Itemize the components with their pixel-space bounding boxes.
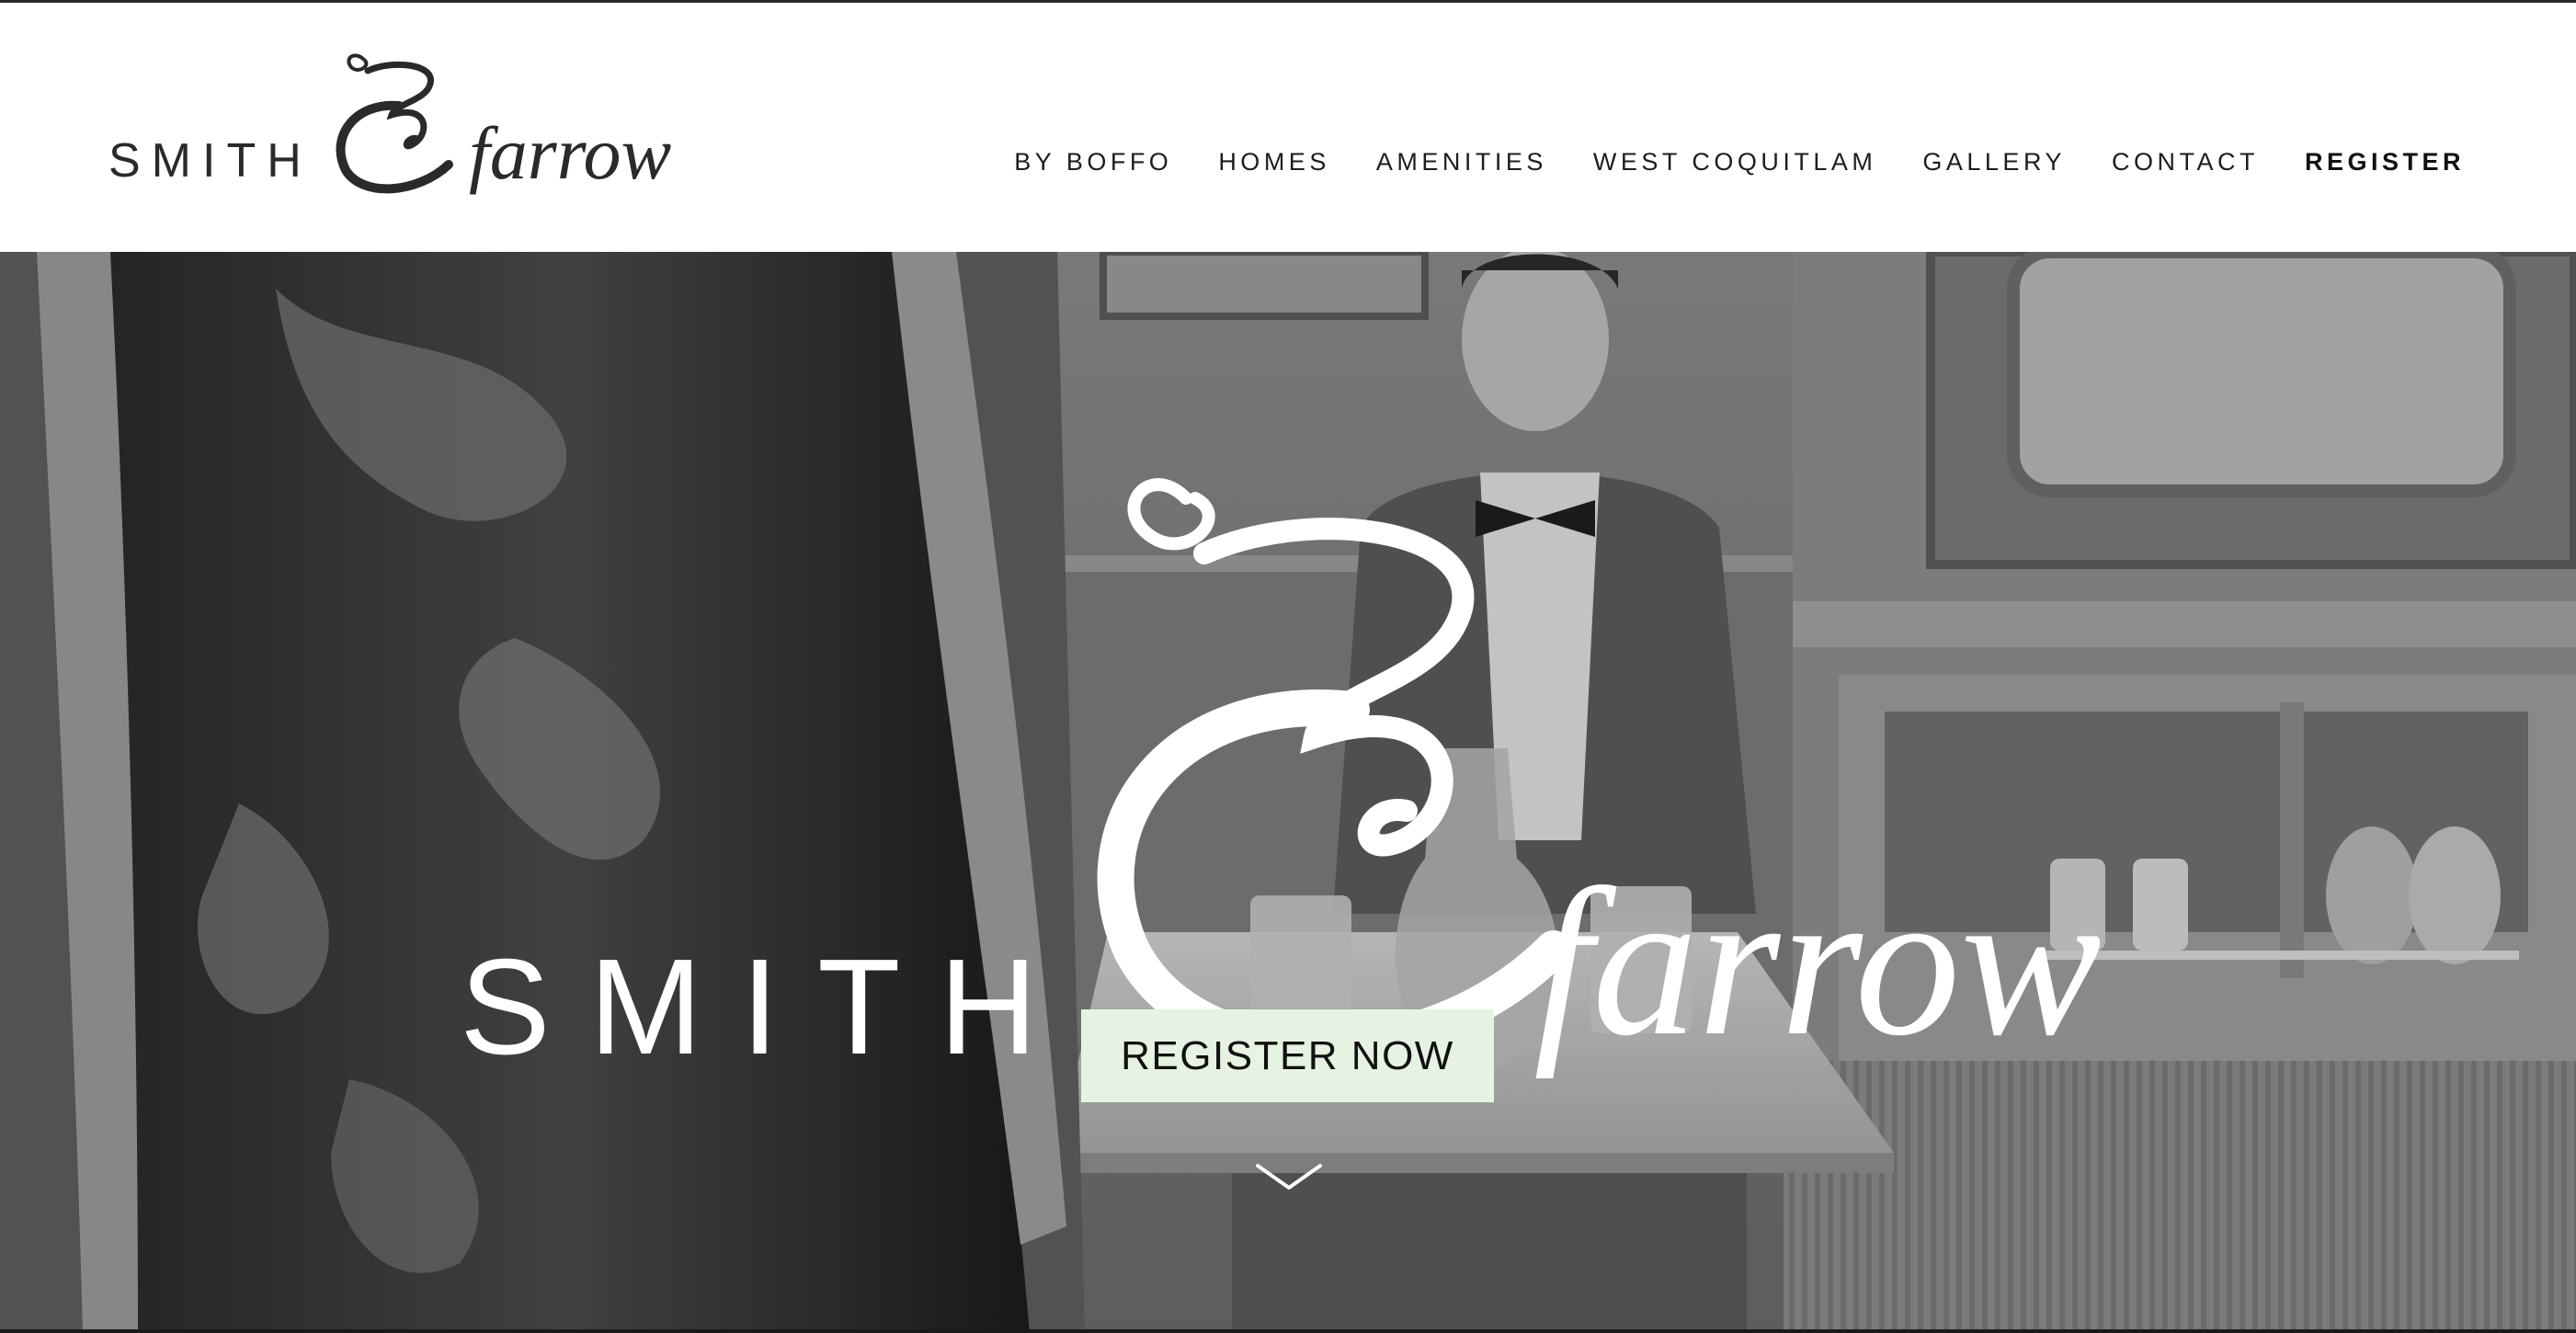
nav-gallery[interactable]: GALLERY bbox=[1922, 148, 2066, 177]
site-logo[interactable]: SMITH farrow bbox=[108, 47, 688, 203]
nav-amenities[interactable]: AMENITIES bbox=[1376, 148, 1547, 177]
hero-logo-smith-text: SMITH bbox=[460, 931, 1077, 1083]
nav-west-coquitlam[interactable]: WEST COQUITLAM bbox=[1593, 148, 1877, 177]
page: SMITH farrow BY BOFFO HOMES AMENITIES WE… bbox=[0, 0, 2576, 1333]
hero-logo-farrow-text: farrow bbox=[1533, 845, 2102, 1079]
nav-by-boffo[interactable]: BY BOFFO bbox=[1014, 148, 1172, 177]
logo-farrow-text: farrow bbox=[469, 111, 672, 195]
register-now-button[interactable]: REGISTER NOW bbox=[1081, 1009, 1494, 1102]
nav-contact[interactable]: CONTACT bbox=[2112, 148, 2259, 177]
nav-register[interactable]: REGISTER bbox=[2305, 148, 2465, 177]
chevron-down-icon[interactable] bbox=[1254, 1160, 1324, 1193]
ampersand-logo-icon bbox=[336, 53, 453, 194]
nav-homes[interactable]: HOMES bbox=[1218, 148, 1330, 177]
hero-bottom-border bbox=[0, 1329, 2576, 1333]
site-header: SMITH farrow BY BOFFO HOMES AMENITIES WE… bbox=[0, 3, 2576, 252]
hero-section: SMITH farrow REGISTER NOW bbox=[0, 252, 2576, 1333]
main-nav: BY BOFFO HOMES AMENITIES WEST COQUITLAM … bbox=[1014, 145, 2465, 178]
logo-smith-text: SMITH bbox=[108, 134, 313, 188]
